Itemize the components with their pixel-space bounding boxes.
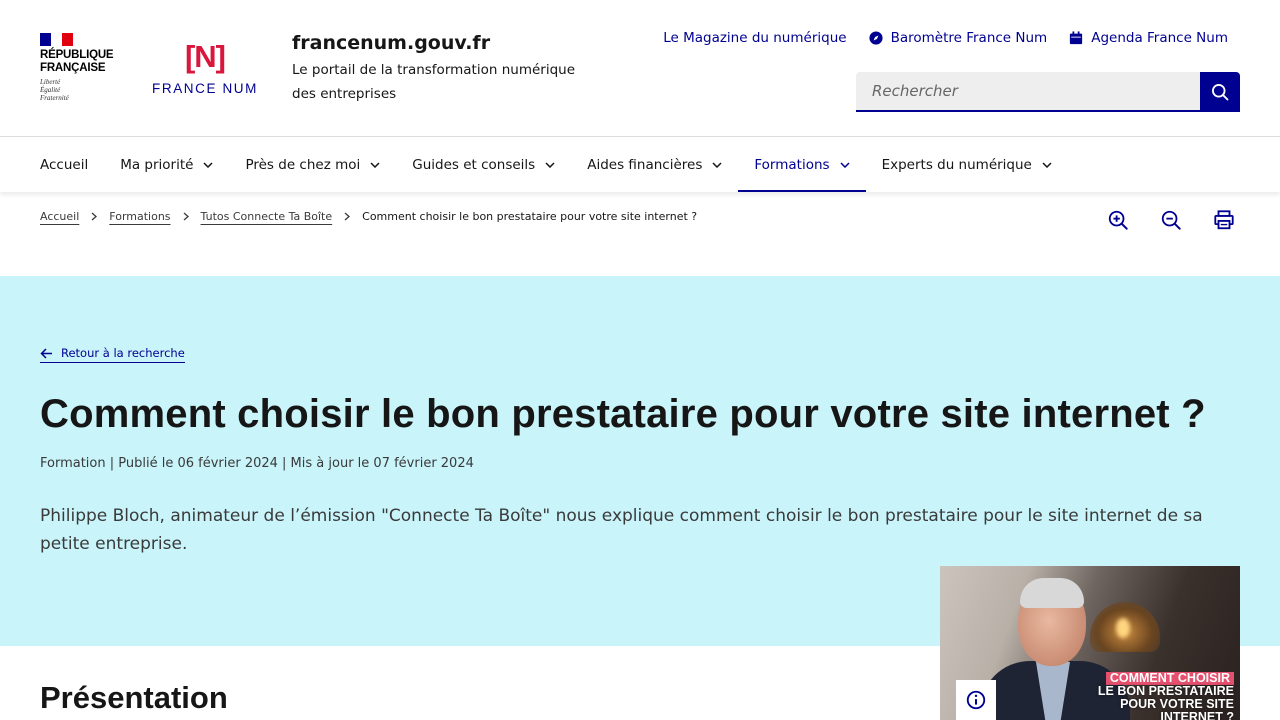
nav-item-experts-du-numerique[interactable]: Experts du numérique [866,137,1068,192]
chevron-down-icon [370,161,380,168]
chevron-down-icon [712,161,722,168]
compass-icon [869,31,883,45]
lamp-glow [1116,618,1130,638]
nav-item-label: Experts du numérique [881,156,1032,173]
chevron-down-icon [545,161,555,168]
video-caption: COMMENT CHOISIR LE BON PRESTATAIRE POUR … [1098,672,1234,720]
video-caption-line4: INTERNET ? [1160,710,1234,720]
chevron-down-icon [203,161,213,168]
nav-item-aides-financieres[interactable]: Aides financières [571,137,738,192]
back-to-search-link[interactable]: Retour à la recherche [40,346,185,363]
section-title-presentation: Présentation [40,680,228,715]
back-link-label: Retour à la recherche [61,346,185,360]
search-input[interactable] [856,72,1200,112]
chevron-down-icon [1042,161,1052,168]
calendar-icon [1070,31,1083,45]
nav-item-label: Guides et conseils [412,156,536,173]
nav-item-label: Accueil [40,156,89,173]
print-icon [1214,210,1234,230]
france-num-logo[interactable]: [N] FRANCE NUM [148,39,262,97]
page-lead: Philippe Bloch, animateur de l’émission … [40,506,1203,554]
france-num-mark: [N] [184,39,226,74]
nav-item-label: Aides financières [587,156,703,173]
print-button[interactable] [1212,208,1236,232]
zoom-out-icon [1161,210,1181,230]
nav-item-label: Ma priorité [120,156,194,173]
publication-meta: Formation | Publié le 06 février 2024 | … [40,456,474,471]
magazine-link-label: Le Magazine du numérique [663,30,847,46]
page-title: Comment choisir le bon prestataire pour … [40,392,1206,436]
chevron-right-icon [183,212,189,221]
video-thumbnail[interactable]: COMMENT CHOISIR LE BON PRESTATAIRE POUR … [940,566,1240,720]
nav-item-label: Près de chez moi [245,156,361,173]
nav-item-label: Formations [754,156,830,173]
nav-item-accueil[interactable]: Accueil [24,137,104,192]
marianne-flag-icon [40,33,73,46]
barometre-link-label: Baromètre France Num [890,30,1048,46]
nav-item-ma-priorite[interactable]: Ma priorité [104,137,229,192]
video-info-button[interactable] [956,680,996,720]
nav-item-pres-de-chez-moi[interactable]: Près de chez moi [229,137,396,192]
chevron-down-icon [840,161,850,168]
info-icon [966,690,986,710]
france-num-wordmark: FRANCE NUM [152,81,258,96]
search-button[interactable] [1200,72,1240,112]
zoom-out-button[interactable] [1159,208,1183,232]
quick-links: Le Magazine du numérique Baromètre Franc… [663,30,1228,46]
arrow-left-icon [40,347,52,359]
breadcrumb-current: Comment choisir le bon prestataire pour … [362,210,698,223]
site-tagline: Le portail de la transformation numériqu… [292,62,576,102]
breadcrumb-link-accueil[interactable]: Accueil [40,210,79,223]
zoom-in-button[interactable] [1106,208,1130,232]
chevron-right-icon [91,212,98,221]
breadcrumb-link-tutos[interactable]: Tutos Connecte Ta Boîte [201,210,333,223]
nav-item-guides-et-conseils[interactable]: Guides et conseils [396,137,571,192]
nav-item-formations[interactable]: Formations [738,137,866,192]
search-bar [856,72,1240,112]
rf-name-line1: RÉPUBLIQUE [40,49,114,61]
presenter-hair [1020,578,1084,608]
rf-name-line2: FRANÇAISE [40,62,106,74]
site-header: RÉPUBLIQUE FRANÇAISE Liberté Égalité Fra… [0,0,1280,137]
agenda-link-label: Agenda France Num [1091,30,1228,46]
main-navigation: Accueil Ma priorité Près de chez moi Gui… [0,137,1280,192]
agenda-link[interactable]: Agenda France Num [1069,30,1228,46]
breadcrumb-link-formations[interactable]: Formations [109,210,170,223]
rf-motto: Liberté Égalité Fraternité [40,78,69,102]
zoom-in-icon [1108,210,1128,230]
republique-francaise-logo[interactable]: RÉPUBLIQUE FRANÇAISE Liberté Égalité Fra… [40,33,130,102]
breadcrumb: Accueil Formations Tutos Connecte Ta Boî… [40,210,697,223]
search-icon [1212,84,1229,101]
chevron-right-icon [344,212,351,221]
barometre-link[interactable]: Baromètre France Num [869,30,1048,46]
site-title[interactable]: francenum.gouv.fr [292,32,490,54]
page-tools [1106,208,1236,232]
magazine-link[interactable]: Le Magazine du numérique [663,30,846,46]
